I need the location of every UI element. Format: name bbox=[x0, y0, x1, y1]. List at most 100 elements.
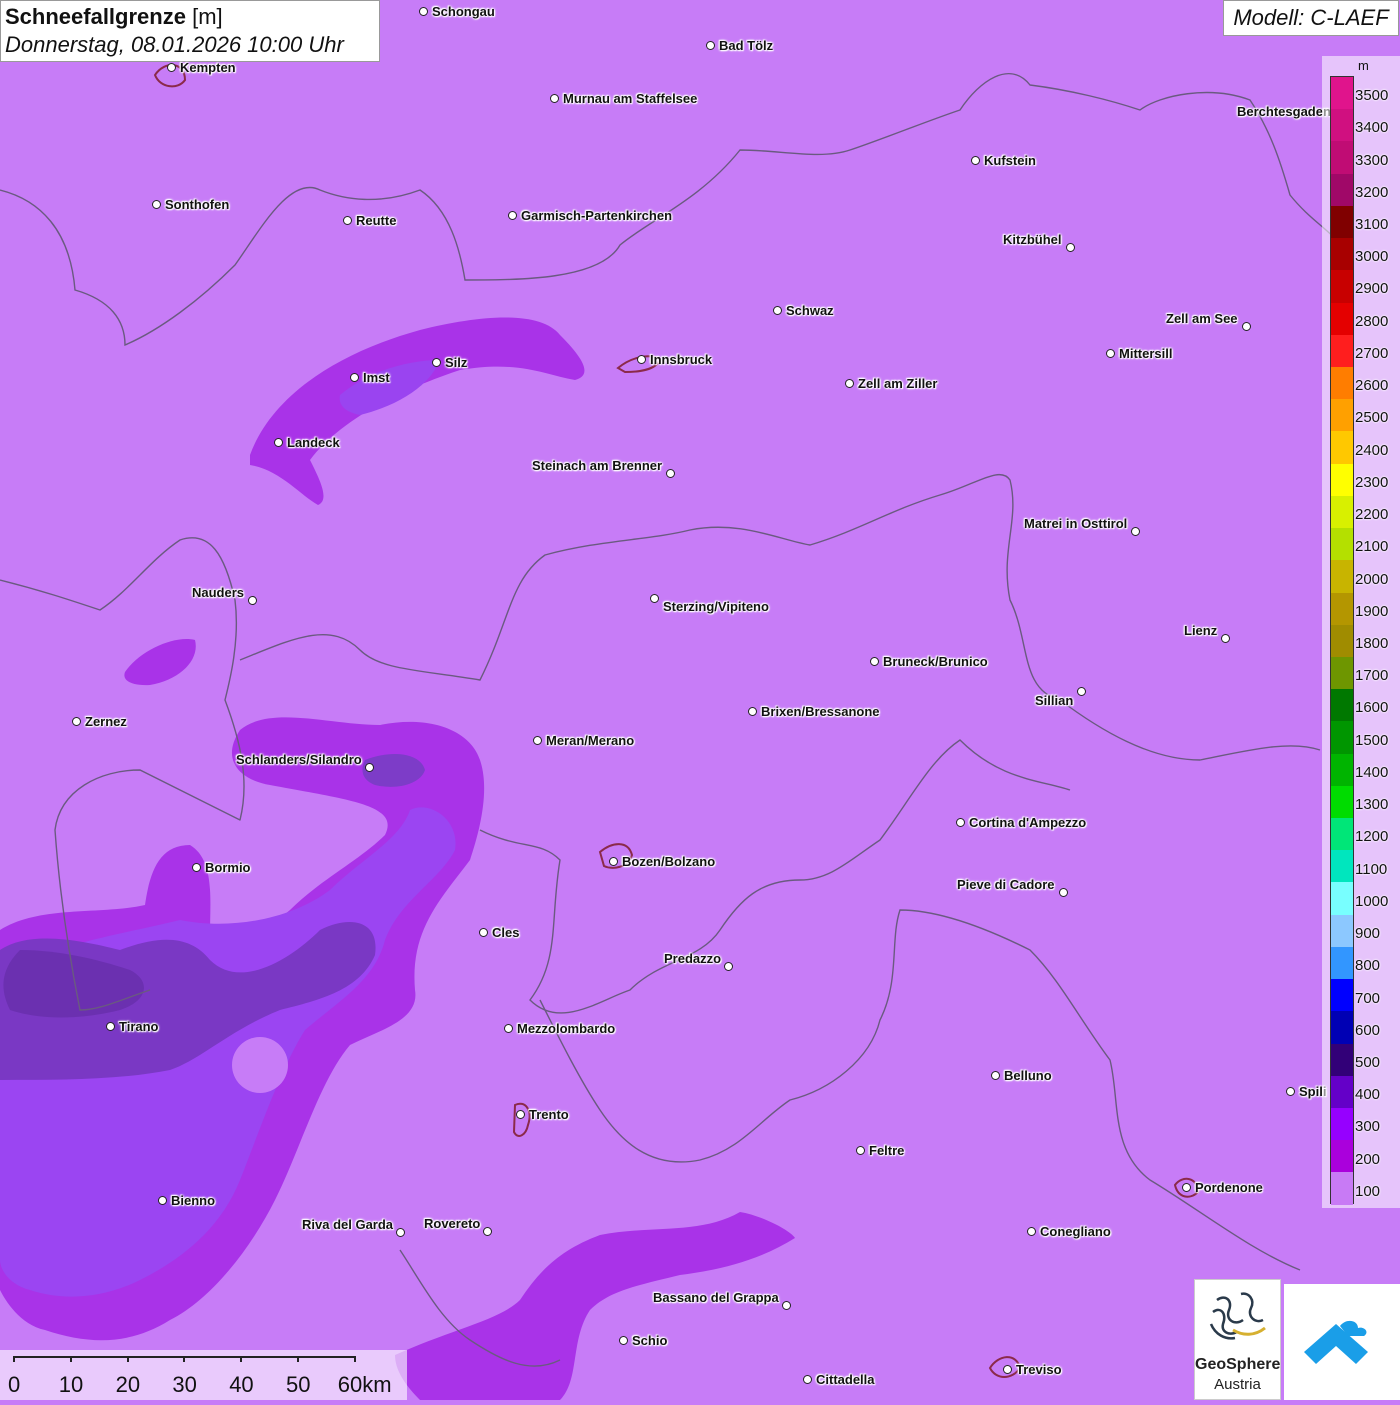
city-label: Schwaz bbox=[786, 303, 834, 318]
legend-label: 500 bbox=[1355, 1053, 1381, 1071]
city-marker bbox=[650, 594, 659, 603]
legend-label: 400 bbox=[1355, 1086, 1381, 1104]
scale-tick bbox=[240, 1356, 243, 1362]
city-marker bbox=[1131, 527, 1140, 536]
legend-swatch bbox=[1331, 560, 1353, 593]
legend-swatch bbox=[1331, 592, 1353, 625]
city-marker bbox=[870, 657, 879, 666]
city-marker bbox=[152, 200, 161, 209]
legend-swatch bbox=[1331, 173, 1353, 206]
city-label: Kufstein bbox=[984, 153, 1036, 168]
city-marker bbox=[956, 818, 965, 827]
scale-tick bbox=[69, 1356, 72, 1362]
city-label: Zell am Ziller bbox=[858, 376, 938, 391]
legend-swatch bbox=[1331, 656, 1353, 690]
city-marker bbox=[167, 63, 176, 72]
city-marker bbox=[1003, 1365, 1012, 1374]
partner-logo bbox=[1284, 1284, 1400, 1400]
legend-swatch bbox=[1331, 1172, 1353, 1205]
legend-swatch bbox=[1331, 850, 1353, 883]
city-label: Zernez bbox=[85, 714, 127, 729]
legend-label: 700 bbox=[1355, 989, 1381, 1007]
legend-label: 3300 bbox=[1355, 151, 1389, 169]
city-label: Bormio bbox=[205, 860, 251, 875]
city-marker bbox=[350, 373, 359, 382]
city-label: Bienno bbox=[171, 1193, 216, 1208]
legend-label: 2300 bbox=[1355, 473, 1389, 491]
city-label: Bruneck/Brunico bbox=[883, 654, 988, 669]
geosphere-name: GeoSphere bbox=[1195, 1356, 1281, 1373]
city-marker bbox=[1106, 349, 1115, 358]
legend-swatch bbox=[1331, 624, 1353, 657]
city-marker bbox=[248, 596, 257, 605]
city-marker bbox=[72, 717, 81, 726]
legend-label: 2500 bbox=[1355, 409, 1389, 427]
mountain-logo-icon bbox=[1304, 1320, 1368, 1364]
city-marker bbox=[782, 1301, 791, 1310]
scale-label: 0 bbox=[8, 1372, 21, 1397]
legend-swatch bbox=[1331, 141, 1353, 174]
legend-swatch bbox=[1331, 334, 1353, 367]
city-marker bbox=[1182, 1183, 1191, 1192]
city-label: Rovereto bbox=[424, 1216, 481, 1231]
legend-swatch bbox=[1331, 753, 1353, 786]
scale-tick bbox=[353, 1356, 356, 1362]
geosphere-emblem-icon bbox=[1209, 1292, 1266, 1340]
city-label: Bozen/Bolzano bbox=[622, 854, 716, 869]
legend-swatch bbox=[1331, 1043, 1353, 1076]
city-label: Treviso bbox=[1016, 1362, 1062, 1377]
scale-label: 40 bbox=[229, 1372, 254, 1397]
city-marker bbox=[856, 1146, 865, 1155]
legend-unit: m bbox=[1358, 58, 1369, 73]
model-label: Modell: C-LAEF bbox=[1223, 0, 1399, 36]
legend-label: 3500 bbox=[1355, 87, 1389, 105]
legend-label: 600 bbox=[1355, 1021, 1381, 1039]
legend-swatch bbox=[1331, 463, 1353, 496]
legend-swatch bbox=[1331, 785, 1353, 819]
city-marker bbox=[773, 306, 782, 315]
legend-swatch bbox=[1331, 946, 1353, 980]
title-text: Schneefallgrenze bbox=[5, 4, 186, 29]
city-label: Belluno bbox=[1004, 1068, 1052, 1083]
forecast-datetime: Donnerstag, 08.01.2026 10:00 Uhr bbox=[5, 32, 344, 57]
city-label: Trento bbox=[529, 1107, 569, 1122]
legend-label: 1700 bbox=[1355, 667, 1389, 685]
city-marker bbox=[192, 863, 201, 872]
city-label: Nauders bbox=[192, 585, 245, 600]
city-marker bbox=[516, 1110, 525, 1119]
legend-swatch bbox=[1331, 1011, 1353, 1044]
legend-label: 1100 bbox=[1355, 860, 1388, 878]
legend-label: 2200 bbox=[1355, 506, 1389, 524]
legend-label: 2900 bbox=[1355, 280, 1389, 298]
legend-label: 1500 bbox=[1355, 731, 1389, 749]
city-marker bbox=[419, 7, 428, 16]
city-label: Bassano del Grappa bbox=[653, 1290, 779, 1305]
legend-label: 1000 bbox=[1355, 892, 1389, 910]
city-marker bbox=[1242, 322, 1251, 331]
legend-label: 2800 bbox=[1355, 312, 1389, 330]
city-marker bbox=[637, 355, 646, 364]
legend-colorbar bbox=[1330, 76, 1354, 1205]
city-marker bbox=[504, 1024, 513, 1033]
legend-label: 1900 bbox=[1355, 602, 1389, 620]
city-label: Lienz bbox=[1184, 623, 1218, 638]
city-label: Imst bbox=[363, 370, 390, 385]
city-marker bbox=[1221, 634, 1230, 643]
city-label: Innsbruck bbox=[650, 352, 713, 367]
city-marker bbox=[1286, 1087, 1295, 1096]
city-marker bbox=[106, 1022, 115, 1031]
city-marker bbox=[748, 707, 757, 716]
legend-label: 300 bbox=[1355, 1118, 1381, 1136]
city-marker bbox=[1077, 687, 1086, 696]
city-label: Mittersill bbox=[1119, 346, 1173, 361]
city-label: Pieve di Cadore bbox=[957, 877, 1055, 892]
city-label: Murnau am Staffelsee bbox=[563, 91, 698, 106]
legend-label: 100 bbox=[1355, 1182, 1381, 1200]
city-marker bbox=[971, 156, 980, 165]
geosphere-logo: GeoSphere Austria bbox=[1194, 1279, 1281, 1400]
legend-label: 2400 bbox=[1355, 441, 1389, 459]
city-label: Garmisch-Partenkirchen bbox=[521, 208, 673, 223]
city-label: Meran/Merano bbox=[546, 733, 635, 748]
city-label: Predazzo bbox=[664, 951, 722, 966]
city-label: Landeck bbox=[287, 435, 340, 450]
